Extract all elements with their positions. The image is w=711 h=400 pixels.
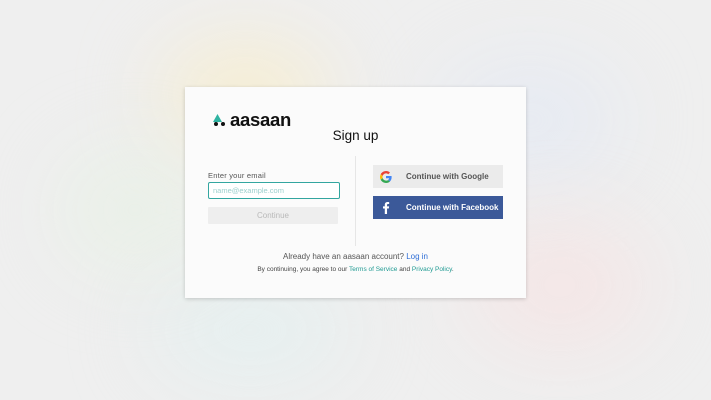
account-prompt-text: Already have an aasaan account?: [282, 252, 404, 261]
email-field[interactable]: [208, 182, 340, 199]
period-text: .: [451, 266, 454, 273]
email-label: Enter your email: [208, 171, 266, 180]
aasaan-logo-icon: [213, 114, 225, 127]
brand-logo: aasaan: [213, 109, 291, 130]
page-title: Sign up: [332, 128, 379, 143]
login-link[interactable]: Log in: [406, 252, 428, 261]
signup-card: aasaan Sign up Enter your email Continue…: [185, 87, 526, 298]
continue-button[interactable]: Continue: [208, 207, 338, 224]
facebook-signin-button[interactable]: Continue with Facebook: [373, 196, 503, 219]
google-button-label: Continue with Google: [406, 172, 489, 181]
privacy-policy-link[interactable]: Privacy Policy: [412, 266, 452, 273]
login-prompt: Already have an aasaan account? Log in: [185, 252, 526, 261]
facebook-icon: [380, 201, 392, 214]
terms-of-service-link[interactable]: Terms of Service: [349, 266, 397, 273]
facebook-button-label: Continue with Facebook: [406, 203, 499, 212]
and-text: and: [399, 266, 411, 273]
terms-prefix-text: By continuing, you agree to our: [257, 266, 348, 273]
brand-name: aasaan: [230, 109, 291, 130]
google-signin-button[interactable]: Continue with Google: [373, 165, 503, 188]
google-icon: [380, 170, 392, 183]
divider: [355, 156, 356, 246]
terms-notice: By continuing, you agree to our Terms of…: [185, 266, 526, 273]
